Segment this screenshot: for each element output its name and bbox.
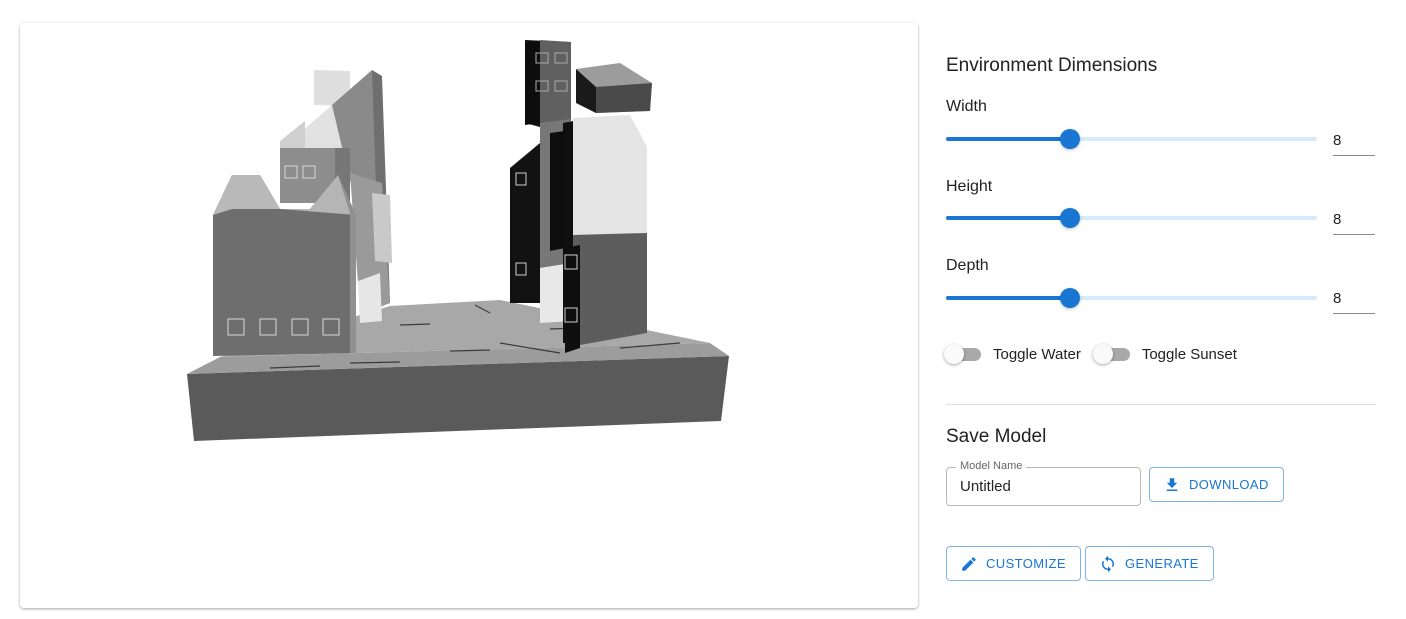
width-label: Width — [946, 98, 987, 115]
switch-thumb[interactable] — [944, 344, 964, 364]
toggle-sunset-label[interactable]: Toggle Sunset — [1142, 346, 1237, 363]
customize-button-label: CUSTOMIZE — [986, 556, 1066, 571]
slider-thumb[interactable] — [1059, 208, 1080, 228]
pencil-icon — [960, 555, 978, 573]
model-name-field[interactable]: Model Name Untitled — [946, 460, 1141, 506]
customize-button[interactable]: CUSTOMIZE — [946, 546, 1081, 581]
slider-track — [946, 216, 1070, 220]
slider-thumb[interactable] — [1059, 129, 1080, 149]
slider-track — [946, 296, 1070, 300]
toggle-group: Toggle Water Toggle Sunset — [944, 341, 1251, 367]
city-scene-render[interactable] — [20, 23, 918, 608]
slider-track — [946, 137, 1070, 141]
refresh-icon — [1099, 555, 1117, 573]
depth-label: Depth — [946, 257, 989, 274]
depth-input[interactable]: 8 — [1333, 284, 1375, 314]
height-label: Height — [946, 178, 993, 195]
height-input[interactable]: 8 — [1333, 205, 1375, 235]
control-panel: Environment Dimensions Width 8 Height 8 … — [944, 0, 1376, 619]
height-slider[interactable] — [946, 206, 1317, 230]
download-button-label: DOWNLOAD — [1189, 477, 1269, 492]
save-model-title: Save Model — [946, 426, 1047, 447]
building-front-right — [573, 115, 647, 235]
toggle-water-switch[interactable] — [944, 342, 982, 366]
slider-thumb[interactable] — [1059, 288, 1080, 308]
depth-slider[interactable] — [946, 286, 1317, 310]
generate-button[interactable]: GENERATE — [1085, 546, 1214, 581]
switch-thumb[interactable] — [1092, 344, 1113, 364]
width-slider[interactable] — [946, 127, 1317, 151]
toggle-water-label[interactable]: Toggle Water — [993, 346, 1081, 363]
model-name-input[interactable]: Untitled — [960, 478, 1011, 495]
download-icon — [1163, 476, 1181, 494]
environment-dimensions-title: Environment Dimensions — [946, 55, 1158, 76]
toggle-sunset-switch[interactable] — [1092, 342, 1131, 366]
download-button[interactable]: DOWNLOAD — [1149, 467, 1284, 502]
model-name-label: Model Name — [956, 460, 1027, 472]
width-input[interactable]: 8 — [1333, 126, 1375, 156]
divider — [946, 404, 1376, 405]
3d-viewport[interactable] — [20, 23, 918, 608]
generate-button-label: GENERATE — [1125, 556, 1199, 571]
